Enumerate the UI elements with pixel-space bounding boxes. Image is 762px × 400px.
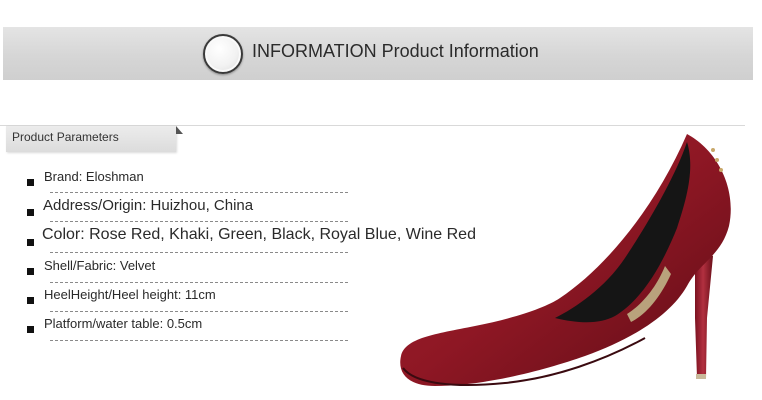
bullet-icon: [27, 209, 34, 216]
bullet-icon: [27, 297, 34, 304]
bullet-icon: [27, 239, 34, 246]
spec-divider: [50, 282, 348, 283]
spec-divider: [50, 311, 348, 312]
spec-text-fabric: Shell/Fabric: Velvet: [44, 258, 156, 273]
spec-text-heel-height: HeelHeight/Heel height: 11cm: [44, 287, 216, 302]
spec-text-brand: Brand: Eloshman: [44, 169, 144, 184]
spec-text-platform: Platform/water table: 0.5cm: [44, 316, 203, 331]
bullet-icon: [27, 268, 34, 275]
spec-divider: [50, 252, 348, 253]
stud-icon: [711, 148, 715, 152]
spec-divider: [50, 340, 348, 341]
spec-text-origin: Address/Origin: Huizhou, China: [43, 197, 254, 214]
spec-divider: [50, 221, 348, 222]
shoe-heel-tip: [696, 374, 706, 379]
spec-divider: [50, 192, 348, 193]
stud-icon: [715, 158, 719, 162]
bullet-icon: [27, 326, 34, 333]
shoe-image: [400, 134, 731, 387]
bullet-icon: [27, 179, 34, 186]
stud-icon: [719, 168, 723, 172]
